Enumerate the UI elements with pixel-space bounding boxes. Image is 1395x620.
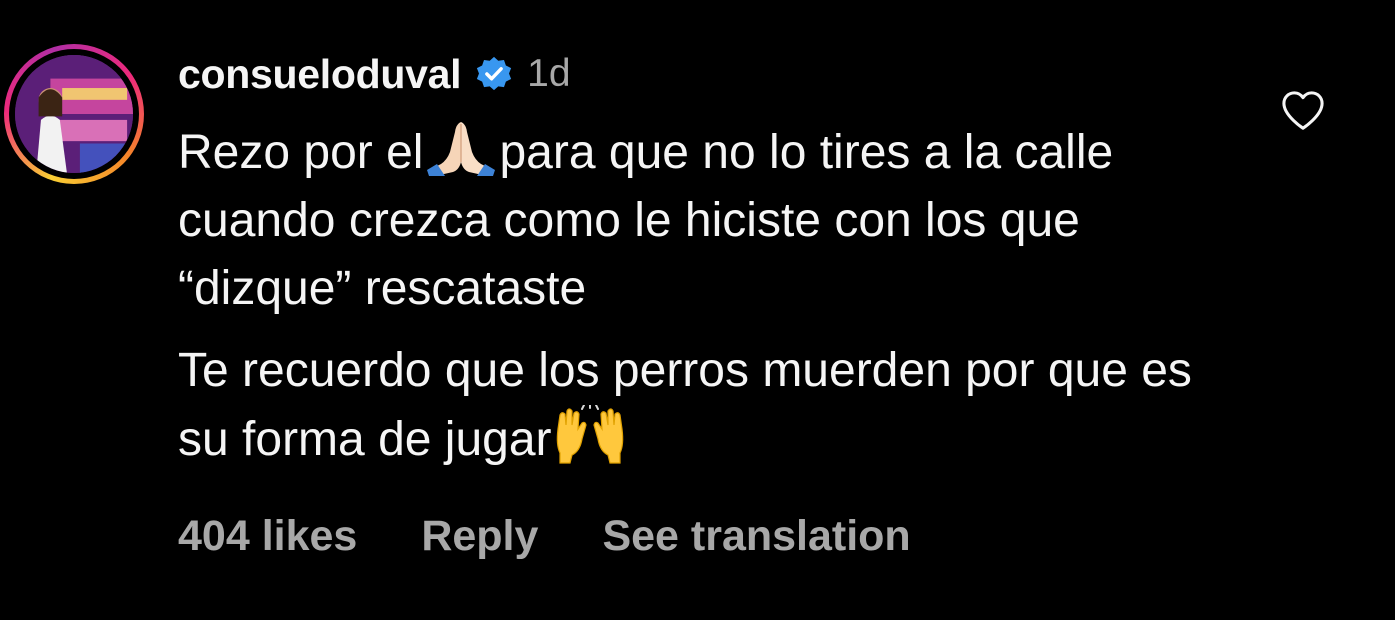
- comment-text-part-1: Rezo por el: [178, 126, 424, 179]
- heart-icon[interactable]: [1280, 90, 1326, 132]
- comment-actions: 404 likes Reply See translation: [178, 508, 911, 564]
- comment-paragraph-2: Te recuerdo que los perros muerden por q…: [178, 337, 1238, 474]
- likes-count[interactable]: 404 likes: [178, 512, 357, 561]
- raising-hands-emoji-icon: [552, 404, 628, 465]
- avatar-image: [15, 55, 133, 173]
- folded-hands-emoji-icon: [423, 118, 499, 178]
- username-link[interactable]: consueloduval: [178, 51, 461, 98]
- avatar[interactable]: [4, 44, 144, 184]
- comment-text-part-3: Te recuerdo que los perros muerden por q…: [178, 344, 1192, 466]
- verified-badge-icon: [475, 55, 513, 93]
- timestamp: 1d: [527, 52, 571, 95]
- comment-paragraph-1: Rezo por el para que no lo tires a la ca…: [178, 118, 1238, 323]
- comment-text: Rezo por el para que no lo tires a la ca…: [178, 118, 1238, 474]
- comment-item: consueloduval 1d Rezo por el para que no…: [0, 0, 1395, 620]
- comment-header: consueloduval 1d: [178, 46, 571, 102]
- reply-button[interactable]: Reply: [421, 512, 538, 561]
- see-translation-button[interactable]: See translation: [602, 512, 910, 561]
